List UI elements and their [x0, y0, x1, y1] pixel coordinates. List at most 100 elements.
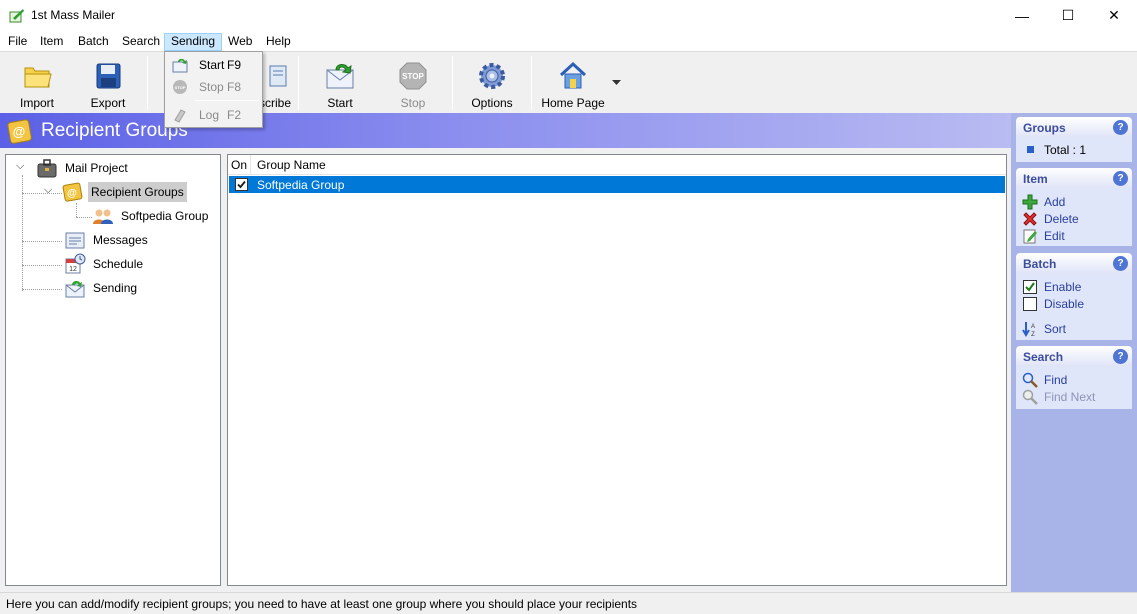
- menu-search[interactable]: Search: [116, 33, 166, 51]
- sort-label: Sort: [1044, 321, 1067, 336]
- table-row[interactable]: Softpedia Group: [229, 176, 1005, 193]
- sending-log-shortcut: F2: [227, 108, 242, 122]
- item-panel-header[interactable]: Item ?: [1016, 168, 1132, 189]
- import-label: Import: [19, 96, 54, 110]
- chevron-down-icon[interactable]: [612, 80, 621, 86]
- batch-panel-body: Enable Disable AZ Sort: [1016, 274, 1132, 340]
- svg-text:A: A: [1031, 324, 1035, 330]
- tree-node-sending[interactable]: Sending: [64, 277, 140, 299]
- find-icon: [1022, 372, 1038, 388]
- options-label: Options: [471, 96, 513, 110]
- edit-label: Edit: [1044, 228, 1065, 243]
- tree-guide-line: [22, 193, 62, 194]
- tree-node-mail-project[interactable]: Mail Project: [36, 157, 131, 179]
- tree-label-mail-project: Mail Project: [65, 161, 128, 175]
- search-panel: Search ? Find Find Next: [1016, 346, 1132, 409]
- tree-label-messages: Messages: [93, 233, 148, 247]
- sending-stop-shortcut: F8: [227, 80, 242, 94]
- row-enabled-checkbox[interactable]: [235, 178, 248, 191]
- tree-label-softpedia-group: Softpedia Group: [121, 209, 209, 223]
- stop-label: Stop: [400, 96, 426, 110]
- groups-list[interactable]: On Group Name Softpedia Group: [227, 154, 1007, 586]
- disable-link[interactable]: Disable: [1022, 295, 1084, 312]
- gear-icon: [479, 63, 505, 89]
- stop-icon: STOP: [173, 80, 187, 94]
- delete-icon: [1023, 211, 1037, 226]
- home-page-label: Home Page: [541, 96, 605, 110]
- search-panel-header[interactable]: Search ?: [1016, 346, 1132, 367]
- stop-button[interactable]: STOP Stop: [378, 58, 448, 110]
- menu-file[interactable]: File: [2, 33, 33, 51]
- import-button[interactable]: Import: [2, 58, 72, 110]
- window-title: 1st Mass Mailer: [31, 8, 116, 22]
- delete-item-link[interactable]: Delete: [1022, 210, 1079, 227]
- tree-node-softpedia-group[interactable]: Softpedia Group: [92, 205, 211, 227]
- sending-log-label: Log: [199, 108, 220, 122]
- tree-guide-line: [76, 203, 77, 217]
- help-icon[interactable]: ?: [1113, 171, 1128, 186]
- find-link[interactable]: Find: [1022, 371, 1067, 388]
- floppy-disk-icon: [96, 63, 121, 89]
- column-header-on[interactable]: On: [231, 158, 247, 172]
- find-next-label: Find Next: [1044, 389, 1096, 404]
- add-item-link[interactable]: Add: [1022, 193, 1065, 210]
- svg-text:Z: Z: [1031, 332, 1035, 337]
- enable-link[interactable]: Enable: [1022, 278, 1081, 295]
- add-icon: [1022, 194, 1038, 209]
- delete-label: Delete: [1044, 211, 1079, 226]
- sending-start-item[interactable]: Start F9: [167, 54, 260, 76]
- sending-log-item[interactable]: Log F2: [167, 104, 260, 126]
- minimize-button[interactable]: —: [999, 0, 1045, 31]
- groups-panel-header[interactable]: Groups ?: [1016, 117, 1132, 138]
- help-icon[interactable]: ?: [1113, 256, 1128, 271]
- project-tree[interactable]: ⌵ Mail Project ⌵ @ Recipient Groups Soft…: [5, 154, 221, 586]
- row-group-name: Softpedia Group: [257, 178, 345, 192]
- collapse-recipient-groups-icon[interactable]: ⌵: [44, 184, 52, 197]
- menu-batch[interactable]: Batch: [72, 33, 115, 51]
- item-panel-body: Add Delete Edit: [1016, 189, 1132, 246]
- find-next-link[interactable]: Find Next: [1022, 388, 1095, 405]
- batch-panel-title: Batch: [1023, 257, 1057, 271]
- stop-icon: STOP: [399, 62, 427, 90]
- sending-start-label: Start: [199, 58, 225, 72]
- tree-guide-line: [76, 217, 92, 218]
- people-icon: [93, 209, 113, 224]
- home-page-button[interactable]: Home Page: [538, 58, 608, 110]
- svg-text:12: 12: [69, 266, 77, 273]
- menu-sending[interactable]: Sending: [164, 33, 223, 51]
- tree-node-messages[interactable]: Messages: [64, 229, 151, 251]
- section-banner: @ Recipient Groups: [0, 113, 1011, 148]
- edit-item-link[interactable]: Edit: [1022, 227, 1065, 244]
- tree-node-recipient-groups[interactable]: @ Recipient Groups: [62, 181, 187, 203]
- help-icon[interactable]: ?: [1113, 349, 1128, 364]
- tree-label-sending: Sending: [93, 281, 138, 295]
- toolbar-separator: [452, 56, 453, 110]
- batch-panel: Batch ? Enable Disable AZ Sort: [1016, 253, 1132, 340]
- menu-help[interactable]: Help: [260, 33, 297, 51]
- help-icon[interactable]: ?: [1113, 120, 1128, 135]
- options-button[interactable]: Options: [457, 58, 527, 110]
- maximize-button[interactable]: ☐: [1045, 0, 1091, 31]
- sort-link[interactable]: AZ Sort: [1022, 320, 1066, 337]
- batch-panel-header[interactable]: Batch ?: [1016, 253, 1132, 274]
- enable-label: Enable: [1044, 279, 1082, 294]
- sending-menu: Start F9 STOP Stop F8 Log F2: [164, 51, 263, 128]
- start-send-icon: [172, 58, 188, 73]
- list-header: On Group Name: [228, 155, 1006, 175]
- item-panel: Item ? Add Delete Edit: [1016, 168, 1132, 246]
- find-next-icon: [1022, 389, 1038, 405]
- sending-stop-item[interactable]: STOP Stop F8: [167, 76, 260, 98]
- column-separator[interactable]: [250, 155, 251, 175]
- close-button[interactable]: ✕: [1091, 0, 1137, 31]
- checkbox-checked-icon: [1023, 279, 1037, 294]
- export-label: Export: [90, 96, 126, 110]
- task-sidebar: Groups ? Total : 1 Item ? Add Delete Edi…: [1011, 113, 1137, 592]
- menu-item[interactable]: Item: [34, 33, 69, 51]
- export-button[interactable]: Export: [73, 58, 143, 110]
- column-header-group-name[interactable]: Group Name: [257, 158, 326, 172]
- start-button[interactable]: Start: [305, 58, 375, 110]
- collapse-mail-project-icon[interactable]: ⌵: [16, 160, 24, 173]
- tree-node-schedule[interactable]: 12 Schedule: [64, 253, 146, 275]
- title-bar: 1st Mass Mailer — ☐ ✕: [0, 0, 1137, 31]
- menu-web[interactable]: Web: [222, 33, 258, 51]
